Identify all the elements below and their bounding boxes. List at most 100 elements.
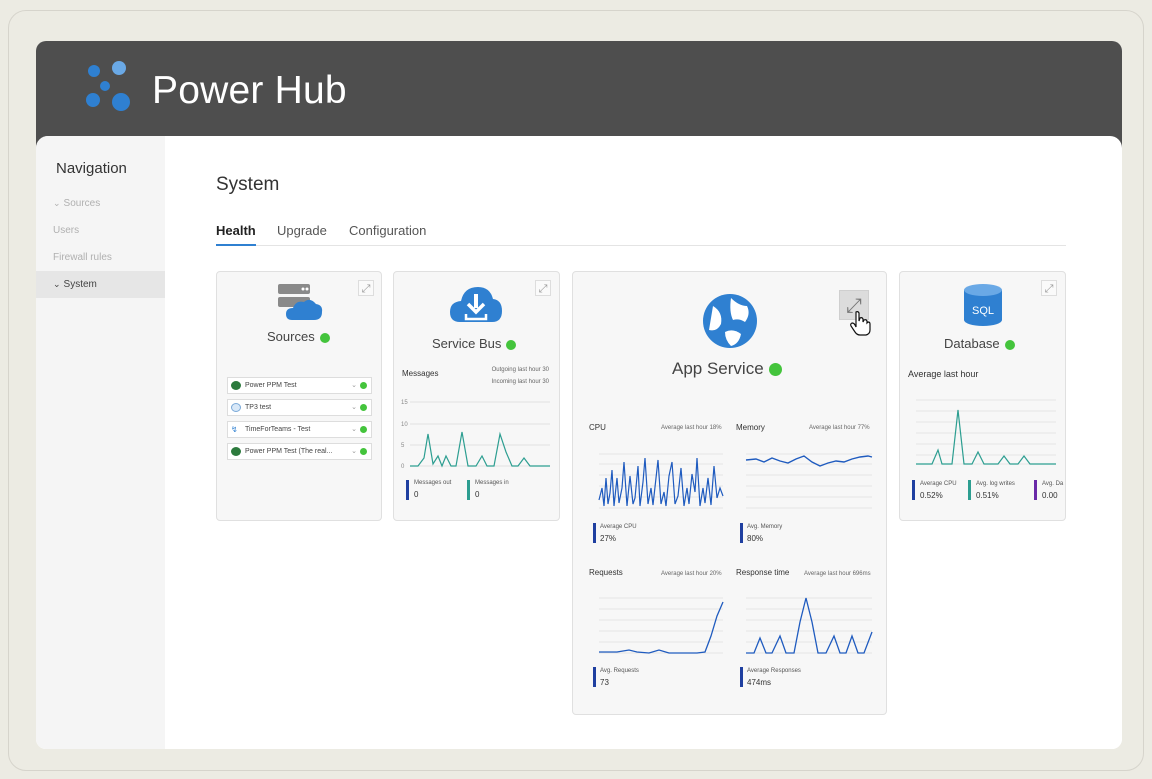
cpu-average: Average last hour 18% [661, 425, 722, 431]
sql-icon-label: SQL [972, 305, 994, 317]
status-badge [768, 363, 782, 377]
messages-chart: 15 10 5 0 [401, 400, 550, 469]
sidebar-item-sources[interactable]: ⌄ Sources [36, 190, 165, 217]
metric-indicator [912, 480, 915, 500]
metric-value: 73 [600, 678, 609, 687]
response-time-label: Response time [736, 568, 790, 577]
chevron-down-icon: ⌄ [53, 279, 61, 289]
service-bus-card[interactable]: ⤢ Service Bus Messages Outgoing last hou… [393, 271, 560, 521]
app-service-card[interactable]: ⤢ App Service CPU Average last hour 18% [572, 271, 887, 715]
metric-indicator [593, 667, 596, 687]
body-area: Navigation ⌄ Sources Users Firewall rules… [36, 136, 1122, 749]
ppm-icon [231, 447, 241, 456]
main-content: System Health Upgrade Configuration ⤢ So… [165, 136, 1122, 749]
chevron-down-icon: ⌄ [53, 198, 61, 208]
metric-label: Avg. Requests [600, 668, 639, 674]
requests-label: Requests [589, 568, 623, 577]
list-item-label: Power PPM Test [245, 382, 297, 389]
expand-icon[interactable]: ⤢ [1041, 280, 1057, 296]
metric-indicator [406, 480, 409, 500]
navigation-title: Navigation [56, 160, 127, 177]
metric-indicator [593, 523, 596, 543]
hand-cursor-icon [850, 311, 871, 336]
metric-indicator [740, 523, 743, 543]
list-item-label: TimeForTeams - Test [245, 426, 311, 433]
metric-value: 27% [600, 534, 617, 543]
cpu-label: CPU [589, 423, 606, 432]
card-title: Database [944, 336, 1015, 351]
memory-chart [745, 453, 873, 509]
metric-value: 474ms [747, 678, 772, 687]
list-item[interactable]: ↯ TimeForTeams - Test ⌄ [227, 421, 372, 438]
card-title-text: Service Bus [432, 336, 502, 351]
status-badge [506, 339, 517, 350]
sidebar-item-users[interactable]: Users [36, 217, 165, 244]
chevron-down-icon: ⌄ [351, 422, 367, 437]
app-brand-title: Power Hub [152, 69, 347, 112]
metric-label: Average CPU [600, 524, 637, 530]
tab-configuration[interactable]: Configuration [349, 223, 426, 246]
incoming-text: Incoming last hour 30 [491, 379, 549, 385]
card-title: App Service [672, 359, 782, 379]
memory-average: Average last hour 77% [809, 425, 870, 431]
status-badge [319, 332, 330, 343]
metric-label: Messages in [475, 480, 509, 486]
app-header: Power Hub [36, 41, 1122, 149]
messages-label: Messages [402, 369, 439, 378]
sql-database-icon: SQL [964, 284, 1002, 326]
metric-value: 0.51% [976, 491, 999, 500]
page-title: System [216, 174, 280, 195]
tab-bar: Health Upgrade Configuration [216, 223, 1066, 246]
y-tick: 5 [401, 443, 405, 449]
y-tick: 0 [401, 464, 405, 469]
power-hub-logo-icon [82, 59, 138, 115]
server-cloud-icon [278, 284, 323, 320]
metric-indicator [1034, 480, 1037, 500]
metric-label: Average Responses [747, 668, 801, 674]
list-item-label: Power PPM Test (The real... [245, 448, 333, 455]
metric-label: Average CPU [920, 481, 957, 487]
metric-value: 0 [475, 490, 480, 499]
list-item-label: TP3 test [245, 404, 272, 411]
tab-upgrade[interactable]: Upgrade [277, 223, 327, 246]
chevron-down-icon: ⌄ [351, 444, 367, 459]
card-title: Sources [267, 329, 330, 344]
ppm-icon [231, 381, 241, 390]
card-title-text: Sources [267, 329, 315, 344]
sidebar-item-label: Users [53, 225, 80, 236]
database-subtitle: Average last hour [908, 369, 979, 379]
metric-value: 0.00 [1042, 491, 1058, 500]
card-title-text: Database [944, 336, 1000, 351]
sidebar-item-label: System [63, 279, 97, 290]
sidebar-item-firewall-rules[interactable]: Firewall rules [36, 244, 165, 271]
list-item[interactable]: Power PPM Test ⌄ [227, 377, 372, 394]
memory-label: Memory [736, 423, 765, 432]
metric-value: 80% [747, 534, 764, 543]
response-time-chart [746, 597, 873, 654]
cpu-chart [598, 453, 724, 509]
expand-icon[interactable]: ⤢ [358, 280, 374, 296]
metric-label: Avg. log writes [976, 481, 1015, 487]
expand-icon[interactable]: ⤢ [535, 280, 551, 296]
globe-icon [703, 294, 757, 348]
sidebar-item-system[interactable]: ⌄ System [36, 271, 165, 298]
list-item[interactable]: Power PPM Test (The real... ⌄ [227, 443, 372, 460]
list-item[interactable]: TP3 test ⌄ [227, 399, 372, 416]
card-title: Service Bus [432, 336, 517, 351]
requests-chart [599, 597, 724, 654]
sources-card[interactable]: ⤢ Sources Power PPM Test ⌄ TP3 test ⌄ ↯ … [216, 271, 382, 521]
chevron-down-icon: ⌄ [351, 378, 367, 393]
metric-indicator [968, 480, 971, 500]
chevron-down-icon: ⌄ [351, 400, 367, 415]
database-card[interactable]: ⤢ SQL Database Average last hour Average… [899, 271, 1066, 521]
database-chart [916, 399, 1056, 465]
metric-label: Avg. Memory [747, 524, 783, 530]
outgoing-text: Outgoing last hour 30 [491, 367, 549, 373]
metric-label: Messages out [414, 480, 452, 486]
y-tick: 15 [401, 400, 408, 406]
sidebar-item-label: Firewall rules [53, 252, 112, 263]
metric-indicator [467, 480, 470, 500]
tft-icon: ↯ [231, 425, 241, 434]
tab-health[interactable]: Health [216, 223, 256, 246]
metric-label: Avg. Da [1042, 481, 1064, 487]
